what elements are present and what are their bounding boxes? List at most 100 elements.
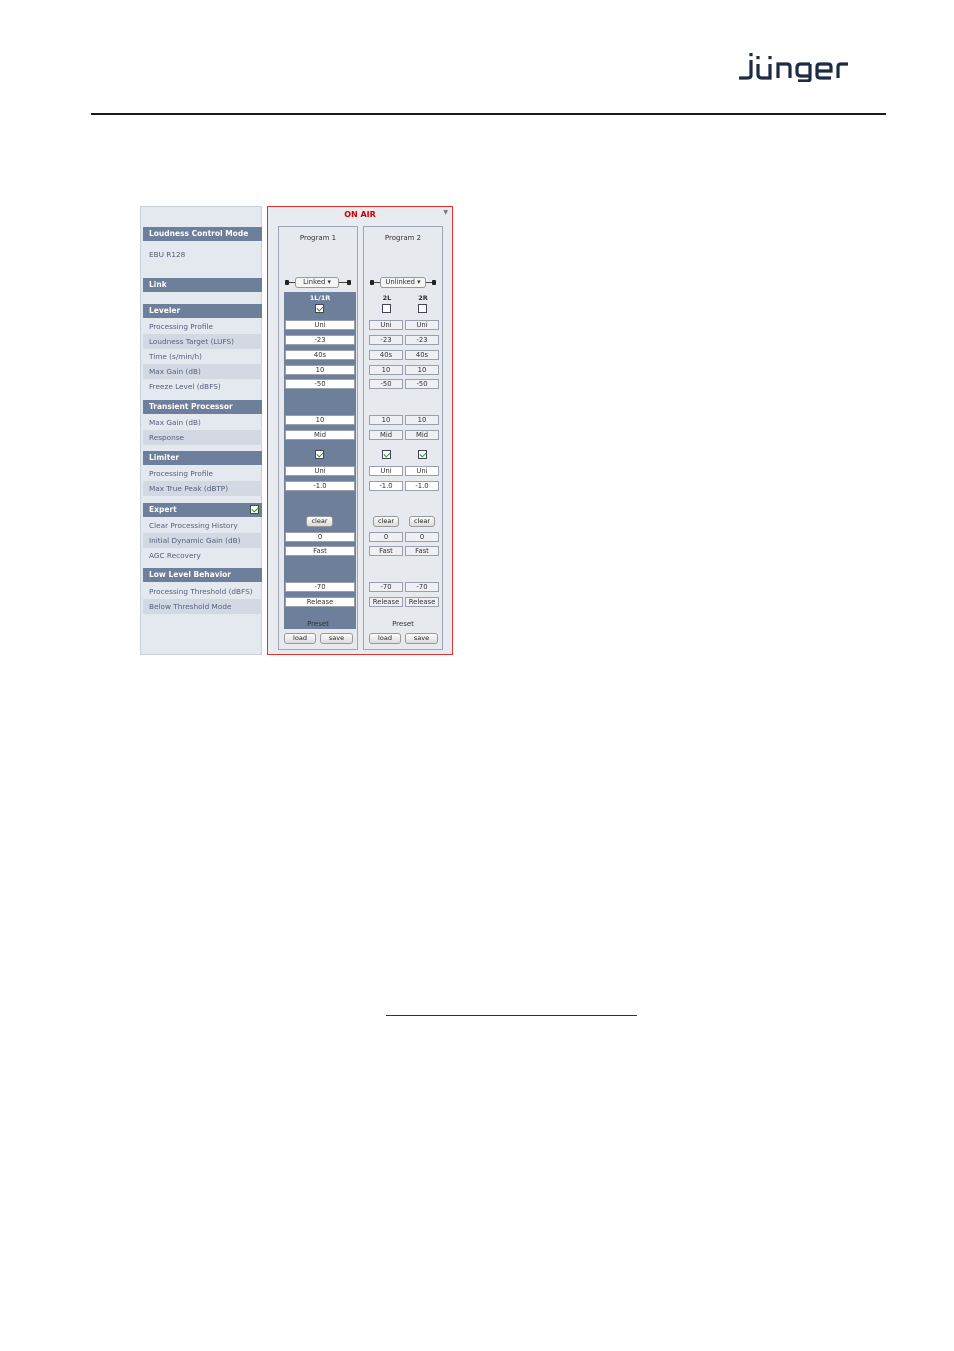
label-response: Response [143, 430, 262, 445]
program-2-title: Program 2 [384, 234, 422, 242]
program-2-right-threshold[interactable]: -70 [405, 582, 439, 592]
label-max-true-peak: Max True Peak (dBTP) [143, 481, 262, 496]
program-1-channel-label: 1L/1R [309, 294, 331, 302]
program-2-link-select[interactable]: Unlinked ▾ [380, 277, 426, 288]
program-1-link-control: Linked ▾ [285, 277, 351, 288]
header-rule [91, 113, 886, 115]
program-2-left-agc[interactable]: Fast [369, 546, 403, 556]
program-1-load-button[interactable]: load [284, 633, 316, 644]
program-2-left-true-peak[interactable]: -1.0 [369, 481, 403, 491]
program-1-init-gain[interactable]: 0 [285, 532, 355, 542]
section-transient-processor: Transient Processor [143, 400, 262, 414]
label-max-gain: Max Gain (dB) [143, 364, 262, 379]
program-1-clear-button[interactable]: clear [306, 516, 333, 527]
program-1-preset-label: Preset [307, 620, 329, 628]
loudness-control-panel: Loudness Control Mode EBU R128 Link Leve… [140, 206, 453, 655]
program-2-left-init-gain[interactable]: 0 [369, 532, 403, 542]
expert-label: Expert [149, 505, 177, 514]
program-2-left-target[interactable]: -23 [369, 335, 403, 345]
program-2-left-leveler-checkbox[interactable] [382, 304, 391, 313]
program-1-channel-column: 1L/1R Uni -23 40s 10 -50 10 Mid Uni -1.0… [284, 292, 356, 629]
program-2-right-limiter-checkbox[interactable] [418, 450, 427, 459]
link-end-icon [370, 280, 374, 285]
link-end-icon [432, 280, 436, 285]
label-initial-dynamic-gain: Initial Dynamic Gain (dB) [143, 533, 262, 548]
program-1-below-threshold[interactable]: Release [285, 597, 355, 607]
label-agc-recovery: AGC Recovery [149, 551, 201, 560]
program-2-right-freeze[interactable]: -50 [405, 379, 439, 389]
program-2-left-channel-label: 2L [382, 294, 392, 302]
program-1-title: Program 1 [299, 234, 337, 242]
program-2-left-below-threshold[interactable]: Release [369, 597, 403, 607]
program-2-right-tp-max-gain[interactable]: 10 [405, 415, 439, 425]
program-2-left-threshold[interactable]: -70 [369, 582, 403, 592]
program-2-left-time[interactable]: 40s [369, 350, 403, 360]
program-1-lim-profile[interactable]: Uni [285, 466, 355, 476]
program-2-left-max-gain[interactable]: 10 [369, 365, 403, 375]
section-loudness-control-mode: Loudness Control Mode [143, 227, 262, 241]
program-1-limiter-checkbox[interactable] [315, 450, 324, 459]
label-below-threshold-mode: Below Threshold Mode [143, 599, 262, 614]
section-low-level-behavior: Low Level Behavior [143, 568, 262, 582]
program-1-panel: Program 1 Linked ▾ 1L/1R Uni -23 40s 10 … [278, 226, 358, 650]
program-2-right-lim-profile[interactable]: Uni [405, 466, 439, 476]
program-1-tp-max-gain[interactable]: 10 [285, 415, 355, 425]
program-2-left-limiter-checkbox[interactable] [382, 450, 391, 459]
program-2-right-profile[interactable]: Uni [405, 320, 439, 330]
program-1-leveler-checkbox[interactable] [315, 304, 324, 313]
program-1-agc[interactable]: Fast [285, 546, 355, 556]
program-2-right-agc[interactable]: Fast [405, 546, 439, 556]
program-2-panel: Program 2 Unlinked ▾ 2L 2R Uni -23 40s 1… [363, 226, 443, 650]
program-2-right-time[interactable]: 40s [405, 350, 439, 360]
program-2-right-max-gain[interactable]: 10 [405, 365, 439, 375]
link-end-icon [347, 280, 351, 285]
program-1-freeze[interactable]: -50 [285, 379, 355, 389]
parameter-labels: Loudness Control Mode EBU R128 Link Leve… [140, 206, 262, 655]
label-processing-profile: Processing Profile [149, 322, 213, 331]
program-2-load-button[interactable]: load [369, 633, 401, 644]
label-time: Time (s/min/h) [149, 352, 202, 361]
on-air-status: ON AIR [344, 210, 376, 219]
label-tp-max-gain: Max Gain (dB) [149, 418, 201, 427]
junger-logo [739, 53, 848, 82]
program-2-right-init-gain[interactable]: 0 [405, 532, 439, 542]
program-1-target[interactable]: -23 [285, 335, 355, 345]
program-2-right-response[interactable]: Mid [405, 430, 439, 440]
section-limiter: Limiter [143, 451, 262, 465]
label-clear-processing-history: Clear Processing History [149, 521, 238, 530]
program-2-save-button[interactable]: save [405, 633, 438, 644]
program-2-left-freeze[interactable]: -50 [369, 379, 403, 389]
label-freeze-level: Freeze Level (dBFS) [149, 382, 221, 391]
program-2-left-tp-max-gain[interactable]: 10 [369, 415, 403, 425]
program-2-right-leveler-checkbox[interactable] [418, 304, 427, 313]
program-2-left-clear-button[interactable]: clear [373, 516, 399, 527]
program-1-profile[interactable]: Uni [285, 320, 355, 330]
label-loudness-target: Loudness Target (LUFS) [143, 334, 262, 349]
program-2-left-lim-profile[interactable]: Uni [369, 466, 403, 476]
program-2-right-true-peak[interactable]: -1.0 [405, 481, 439, 491]
program-2-right-channel-label: 2R [418, 294, 428, 302]
program-2-preset-label: Preset [392, 620, 414, 628]
program-2-right-clear-button[interactable]: clear [409, 516, 435, 527]
program-1-save-button[interactable]: save [320, 633, 353, 644]
hyperlink-underline[interactable] [386, 1015, 637, 1016]
programs-area: ON AIR ▼ Program 1 Linked ▾ 1L/1R Uni -2… [267, 206, 453, 655]
program-1-response[interactable]: Mid [285, 430, 355, 440]
program-2-left-profile[interactable]: Uni [369, 320, 403, 330]
program-2-link-control: Unlinked ▾ [370, 277, 436, 288]
program-1-link-select[interactable]: Linked ▾ [295, 277, 339, 288]
program-2-left-response[interactable]: Mid [369, 430, 403, 440]
program-1-threshold[interactable]: -70 [285, 582, 355, 592]
corner-arrow-icon[interactable]: ▼ [443, 209, 448, 216]
section-expert: Expert [143, 503, 262, 517]
program-2-right-target[interactable]: -23 [405, 335, 439, 345]
program-1-time[interactable]: 40s [285, 350, 355, 360]
link-end-icon [285, 280, 289, 285]
label-lim-processing-profile: Processing Profile [149, 469, 213, 478]
program-1-max-gain[interactable]: 10 [285, 365, 355, 375]
program-2-right-below-threshold[interactable]: Release [405, 597, 439, 607]
program-1-true-peak[interactable]: -1.0 [285, 481, 355, 491]
mode-value: EBU R128 [149, 250, 186, 259]
expert-checkbox[interactable] [250, 505, 259, 514]
label-processing-threshold: Processing Threshold (dBFS) [149, 587, 253, 596]
